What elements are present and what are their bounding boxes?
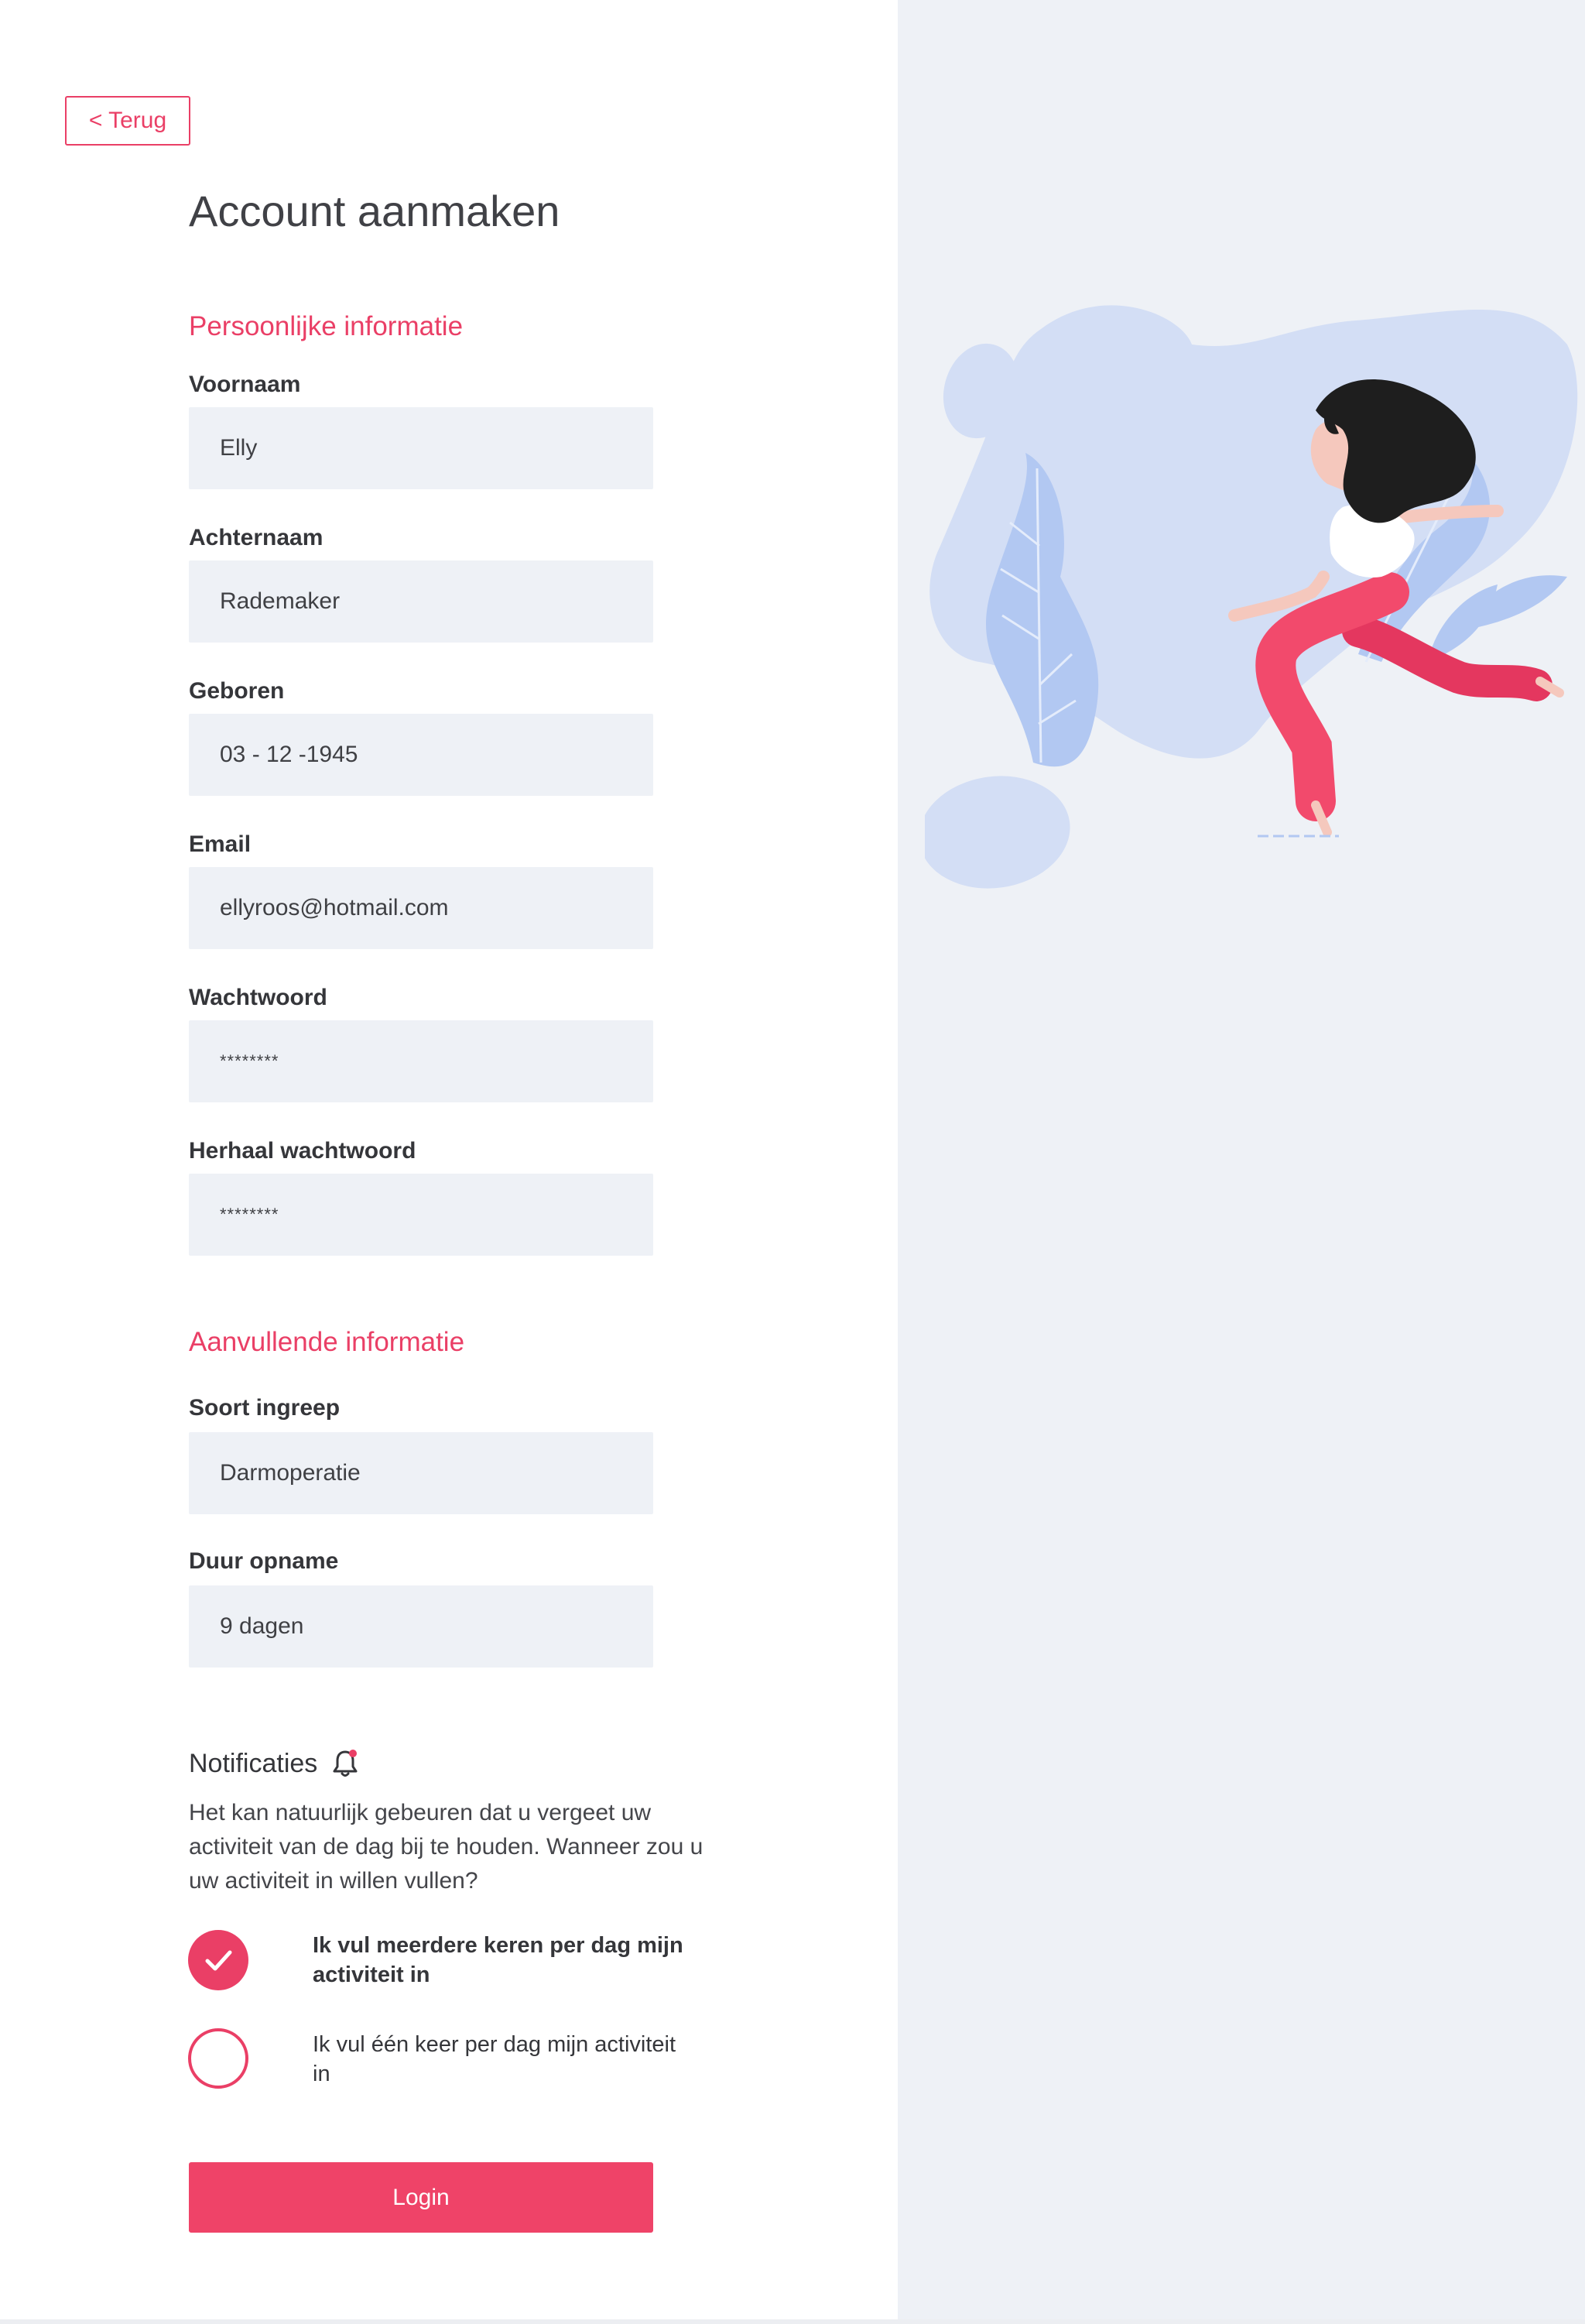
label-email: Email [189,831,252,857]
notifications-heading: Notificaties [189,1748,359,1779]
bell-icon [331,1748,359,1779]
section-heading-personal: Persoonlijke informatie [189,311,464,341]
notifications-title: Notificaties [189,1748,318,1778]
section-heading-additional: Aanvullende informatie [189,1327,465,1357]
label-repeat-password: Herhaal wachtwoord [189,1138,416,1164]
option-once-label[interactable]: Ik vul één keer per dag mijn activiteit … [313,2030,684,2089]
option-multiple-radio[interactable] [188,1930,248,1990]
repeat-password-input[interactable]: ******** [189,1174,653,1256]
stay-duration-input[interactable]: 9 dagen [189,1585,653,1668]
checkmark-icon [205,1950,232,1971]
procedure-type-input[interactable]: Darmoperatie [189,1432,653,1514]
notifications-description: Het kan natuurlijk gebeuren dat u vergee… [189,1800,703,1894]
label-stay-duration: Duur opname [189,1548,339,1574]
label-birth-date: Geboren [189,678,285,704]
label-last-name: Achternaam [189,525,324,550]
login-button[interactable]: Login [189,2162,653,2233]
option-once-radio[interactable] [188,2028,248,2089]
page-title: Account aanmaken [189,187,560,235]
back-button[interactable]: < Terug [65,96,190,146]
last-name-input[interactable]: Rademaker [189,560,653,643]
password-input[interactable]: ******** [189,1020,653,1102]
woman-running-illustration [925,305,1578,889]
label-first-name: Voornaam [189,372,301,397]
option-multiple-label[interactable]: Ik vul meerdere keren per dag mijn activ… [313,1931,684,1990]
email-input[interactable]: ellyroos@hotmail.com [189,867,653,949]
bottom-strip [0,2319,1585,2324]
label-procedure-type: Soort ingreep [189,1395,341,1421]
first-name-input[interactable]: Elly [189,407,653,489]
label-password: Wachtwoord [189,985,327,1010]
birth-date-input[interactable]: 03 - 12 -1945 [189,714,653,796]
